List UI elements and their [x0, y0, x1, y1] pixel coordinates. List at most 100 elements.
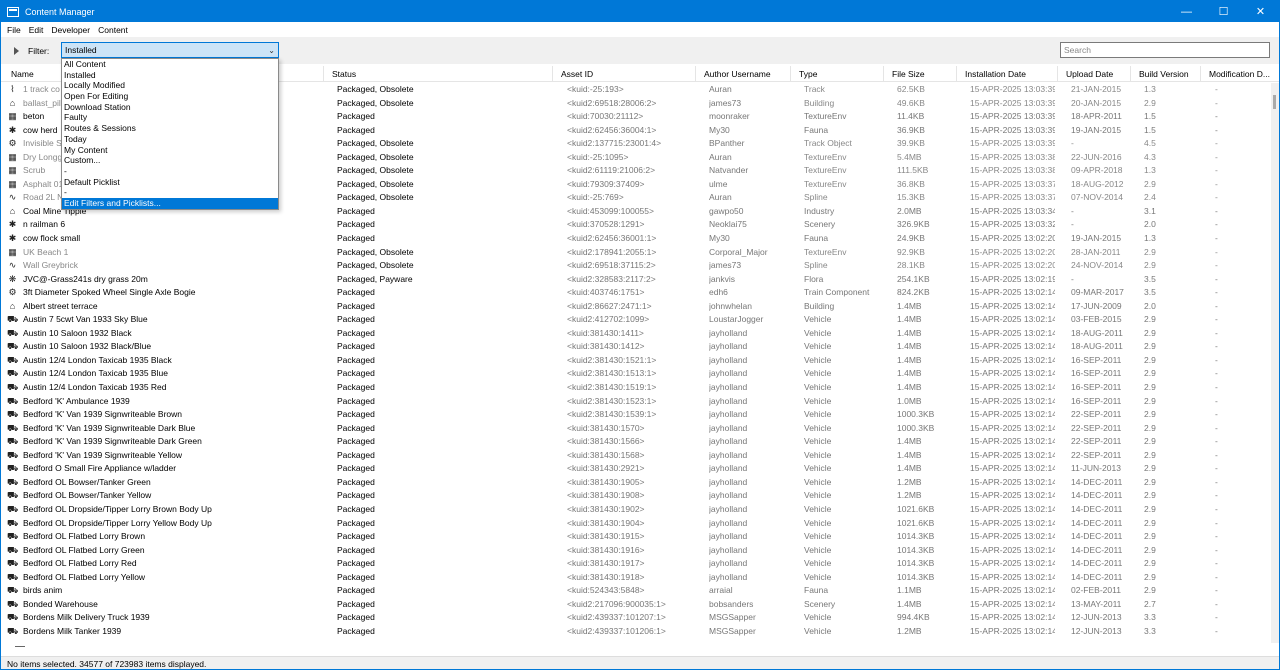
table-cell: 2.9 — [1144, 558, 1156, 569]
dropdown-option[interactable]: Today — [62, 134, 278, 145]
col-install-date[interactable]: Installation Date — [957, 66, 1058, 82]
table-cell: Vehicle — [804, 544, 832, 555]
table-cell: <kuid:381430:1916> — [567, 544, 645, 555]
table-cell: 3.5 — [1144, 287, 1156, 298]
table-row[interactable]: ✱ cow flock small Packaged <kuid2:62456:360… — [1, 232, 1273, 246]
table-row[interactable]: ⛟ Austin 12/4 London Taxicab 1935 Black Pa… — [1, 354, 1273, 368]
table-row[interactable]: ⛟ Austin 7 5cwt Van 1933 Sky Blue Packaged… — [1, 313, 1273, 327]
horizontal-scroll-thumb[interactable] — [15, 646, 25, 647]
expand-filter-icon[interactable] — [14, 47, 19, 55]
table-row[interactable]: ⛟ Austin 10 Saloon 1932 Black/Blue Package… — [1, 340, 1273, 354]
dropdown-option[interactable]: Custom... — [62, 155, 278, 166]
col-status[interactable]: Status — [324, 66, 553, 82]
table-row[interactable]: ⛟ birds anim Packaged <kuid:524343:5848> arr… — [1, 584, 1273, 598]
col-build-version[interactable]: Build Version — [1131, 66, 1201, 82]
table-row[interactable]: ⛟ Bonded Warehouse Packaged <kuid2:217096:9… — [1, 598, 1273, 612]
table-row[interactable]: ⛟ Bordens Milk Tanker 1939 Packaged <kuid2:… — [1, 625, 1273, 639]
table-row[interactable]: ⛟ Bordens Milk Delivery Truck 1939 Package… — [1, 611, 1273, 625]
scroll-thumb[interactable] — [1273, 95, 1276, 109]
table-cell: <kuid:381430:1568> — [567, 449, 645, 460]
table-row[interactable]: ⛟ Austin 10 Saloon 1932 Black Packaged <kui… — [1, 327, 1273, 341]
table-row[interactable]: ⛟ Bedford OL Flatbed Lorry Green Packaged <… — [1, 544, 1273, 558]
table-cell: Packaged — [337, 531, 375, 542]
maximize-button[interactable]: ☐ — [1205, 1, 1242, 22]
table-row[interactable]: ⛟ Austin 12/4 London Taxicab 1935 Blue Pac… — [1, 367, 1273, 381]
table-cell: 1014.3KB — [897, 558, 935, 569]
table-row[interactable]: ⛟ Bedford OL Flatbed Lorry Red Packaged <ku… — [1, 557, 1273, 571]
col-type[interactable]: Type — [791, 66, 884, 82]
col-file-size[interactable]: File Size — [884, 66, 957, 82]
table-cell: Flora — [804, 273, 824, 284]
dropdown-option[interactable]: Open For Editing — [62, 91, 278, 102]
menu-developer[interactable]: Developer — [47, 25, 94, 35]
table-cell: Packaged, Obsolete — [337, 151, 414, 162]
col-asset-id[interactable]: Asset ID — [553, 66, 696, 82]
dropdown-option[interactable]: - — [62, 187, 278, 198]
table-row[interactable]: ⛟ Bedford 'K' Van 1939 Signwriteable Dark… — [1, 435, 1273, 449]
table-cell: 09-MAR-2017 — [1071, 287, 1124, 298]
col-modification-date[interactable]: Modification D... — [1201, 66, 1279, 82]
table-cell: 15-APR-2025 13:03:39 — [970, 97, 1055, 108]
horizontal-scrollbar[interactable] — [1, 643, 1273, 655]
menu-file[interactable]: File — [3, 25, 25, 35]
filter-combobox[interactable]: Installed ⌄ — [61, 42, 279, 58]
dropdown-option[interactable]: Routes & Sessions — [62, 123, 278, 134]
table-row[interactable]: ⛟ Austin 12/4 London Taxicab 1935 Red Pack… — [1, 381, 1273, 395]
table-cell: Austin 12/4 London Taxicab 1935 Black — [23, 354, 172, 365]
menu-edit[interactable]: Edit — [25, 25, 48, 35]
dropdown-option[interactable]: Installed — [62, 70, 278, 81]
table-row[interactable]: ⚙ 3ft Diameter Spoked Wheel Single Axle B… — [1, 286, 1273, 300]
table-cell: Packaged — [337, 503, 375, 514]
table-row[interactable]: ⛟ Bedford 'K' Van 1939 Signwriteable Yell… — [1, 449, 1273, 463]
search-input[interactable]: Search — [1060, 42, 1270, 58]
close-button[interactable]: ✕ — [1242, 1, 1279, 22]
dropdown-option[interactable]: Faulty — [62, 112, 278, 123]
vertical-scrollbar[interactable] — [1271, 83, 1279, 643]
table-row[interactable]: ⛟ Bedford 'K' Ambulance 1939 Packaged <kuid… — [1, 395, 1273, 409]
col-upload-date[interactable]: Upload Date — [1058, 66, 1131, 82]
table-cell: Bedford 'K' Van 1939 Signwriteable Dark … — [23, 436, 202, 447]
dropdown-option[interactable]: Edit Filters and Picklists... — [62, 197, 278, 209]
table-cell: 2.9 — [1144, 368, 1156, 379]
dropdown-option[interactable]: Default Picklist — [62, 177, 278, 188]
table-row[interactable]: ⛟ Bedford 'K' Van 1939 Signwriteable Brow… — [1, 408, 1273, 422]
table-cell: <kuid:79309:37409> — [567, 178, 645, 189]
table-row[interactable]: ⛟ Bedford OL Dropside/Tipper Lorry Brown … — [1, 503, 1273, 517]
dropdown-option[interactable]: All Content — [62, 59, 278, 70]
table-row[interactable]: ⛟ Bedford O Small Fire Appliance w/ladder… — [1, 462, 1273, 476]
table-row[interactable]: ⛟ Bedford OL Dropside/Tipper Lorry Yellow… — [1, 517, 1273, 531]
table-cell: - — [1215, 436, 1218, 447]
dropdown-option[interactable]: Download Station — [62, 102, 278, 113]
table-row[interactable]: ⛟ Bedford OL Bowser/Tanker Yellow Packaged… — [1, 489, 1273, 503]
table-row[interactable]: ⛟ Bedford OL Bowser/Tanker Green Packaged <… — [1, 476, 1273, 490]
table-row[interactable]: ⛟ Bedford OL Flatbed Lorry Yellow Packaged… — [1, 571, 1273, 585]
table-cell: Vehicle — [804, 558, 832, 569]
dropdown-option[interactable]: My Content — [62, 145, 278, 156]
table-cell: <kuid2:328583:2117:2> — [567, 273, 656, 284]
menu-content[interactable]: Content — [94, 25, 132, 35]
table-row[interactable]: ⛟ Bedford 'K' Van 1939 Signwriteable Dark… — [1, 422, 1273, 436]
table-cell: Packaged, Obsolete — [337, 192, 414, 203]
table-cell: <kuid:381430:1411> — [567, 327, 644, 338]
table-row[interactable]: ❋ JVC@-Grass241s dry grass 20m Packaged, P… — [1, 273, 1273, 287]
table-cell: Packaged — [337, 544, 375, 555]
col-author[interactable]: Author Username — [696, 66, 791, 82]
table-cell: Packaged — [337, 585, 375, 596]
table-row[interactable]: ⌂ Albert street terrace Packaged <kuid2:866… — [1, 300, 1273, 314]
table-cell: Bordens Milk Delivery Truck 1939 — [23, 612, 150, 623]
table-cell: ulme — [709, 178, 728, 189]
table-row[interactable]: ▦ UK Beach 1 Packaged, Obsolete <kuid2:1789… — [1, 246, 1273, 260]
table-cell: 07-NOV-2014 — [1071, 192, 1123, 203]
table-cell: 3.3 — [1144, 625, 1156, 636]
dropdown-option[interactable]: - — [62, 166, 278, 177]
dropdown-option[interactable]: Locally Modified — [62, 80, 278, 91]
table-cell: Vehicle — [804, 422, 832, 433]
table-row[interactable]: ✱ n railman 6 Packaged <kuid:370528:1291> Ne… — [1, 218, 1273, 232]
table-cell: - — [1215, 544, 1218, 555]
table-cell: Industry — [804, 205, 835, 216]
table-row[interactable]: ⛟ Bedford OL Flatbed Lorry Brown Packaged <… — [1, 530, 1273, 544]
table-row[interactable]: ∿ Wall Greybrick Packaged, Obsolete <kuid2:… — [1, 259, 1273, 273]
table-cell: Bedford OL Flatbed Lorry Yellow — [23, 571, 146, 582]
table-cell: 2.0 — [1144, 219, 1156, 230]
minimize-button[interactable]: — — [1168, 1, 1205, 22]
